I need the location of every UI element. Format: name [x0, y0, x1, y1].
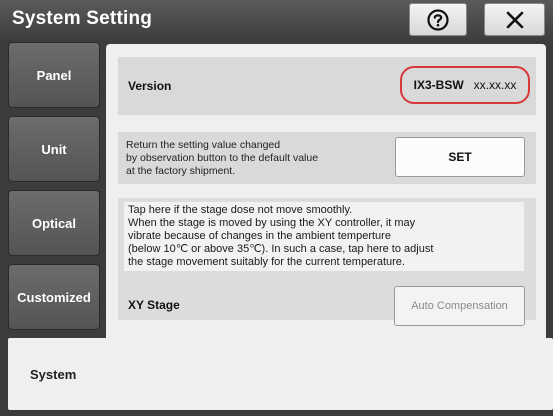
reset-description-line: at the factory shipment.: [126, 165, 236, 177]
reset-defaults-section: Return the setting value changed by obse…: [118, 132, 536, 184]
tab-label: Unit: [41, 141, 67, 157]
question-circle-icon: [427, 8, 449, 31]
tab-optical[interactable]: Optical: [8, 190, 100, 256]
xy-description-line: the stage movement suitably for the curr…: [128, 256, 405, 268]
xy-stage-label: XY Stage: [128, 298, 180, 312]
xy-stage-section: Tap here if the stage dose not move smoo…: [118, 198, 536, 326]
reset-description: Return the setting value changed by obse…: [126, 139, 318, 178]
model-name: IX3-BSW: [413, 78, 464, 92]
tab-label: Optical: [31, 215, 77, 231]
title-bar: System Setting: [0, 0, 553, 40]
xy-description-line: vibrate because of changes in the ambien…: [128, 230, 391, 242]
auto-compensation-button[interactable]: Auto Compensation: [394, 286, 525, 326]
tab-customized[interactable]: Customized: [8, 264, 100, 330]
version-section: Version IX3-BSW xx.xx.xx: [118, 57, 536, 115]
tab-label: Panel: [36, 67, 72, 83]
settings-panel: Version IX3-BSW xx.xx.xx Return the sett…: [106, 44, 546, 340]
tab-label: System: [30, 366, 77, 382]
reset-description-line: Return the setting value changed: [126, 139, 281, 151]
tab-unit[interactable]: Unit: [8, 116, 100, 182]
close-button[interactable]: [484, 3, 545, 36]
xy-stage-description[interactable]: Tap here if the stage dose not move smoo…: [124, 202, 524, 271]
tab-system[interactable]: System: [8, 338, 553, 410]
version-number: xx.xx.xx: [473, 78, 517, 92]
version-value-highlight: IX3-BSW xx.xx.xx: [400, 66, 530, 104]
version-label: Version: [128, 79, 172, 93]
tab-label: Customized: [17, 289, 91, 305]
tab-panel[interactable]: Panel: [8, 42, 100, 108]
close-x-icon: [506, 11, 523, 28]
set-button[interactable]: SET: [395, 137, 525, 177]
xy-description-line: (below 10℃ or above 35℃). In such a case…: [128, 243, 434, 255]
system-setting-window: System Setting Panel Unit Optical Custom…: [0, 0, 553, 416]
xy-description-line: When the stage is moved by using the XY …: [128, 217, 416, 229]
xy-description-line: Tap here if the stage dose not move smoo…: [128, 204, 353, 216]
help-button[interactable]: [409, 3, 467, 36]
window-title: System Setting: [12, 8, 153, 29]
reset-description-line: by observation button to the default val…: [126, 152, 319, 164]
